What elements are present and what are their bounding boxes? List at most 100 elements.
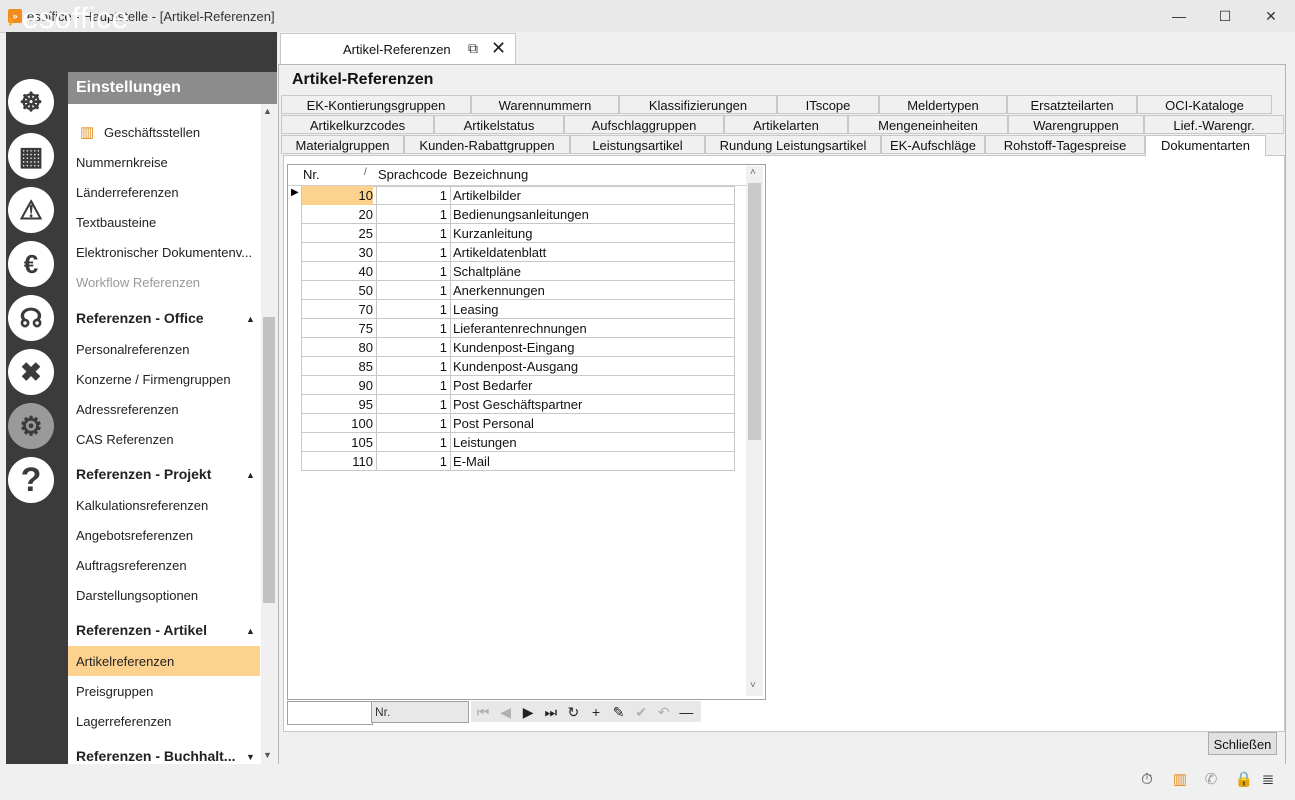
sidebar-item[interactable]: Nummernkreise <box>76 155 168 170</box>
tab-ek-aufschläge[interactable]: EK-Aufschläge <box>881 135 985 154</box>
sidebar-item[interactable]: Elektronischer Dokumentenv... <box>76 245 252 260</box>
sidebar-item[interactable]: Angebotsreferenzen <box>76 528 193 543</box>
sidebar-item[interactable]: Preisgruppen <box>76 684 153 699</box>
headset-module-button[interactable]: ☊ <box>8 295 54 341</box>
sidebar-item[interactable]: Adressreferenzen <box>76 402 179 417</box>
alarm-light-module-button[interactable]: ⚠ <box>8 187 54 233</box>
sidebar-scroll-thumb[interactable] <box>263 317 275 603</box>
calculator-module-button[interactable]: ▦ <box>8 133 54 179</box>
stopwatch-icon[interactable]: ⏱ <box>1137 770 1157 790</box>
search-input[interactable] <box>287 701 373 725</box>
cell-nr: 85 <box>358 359 373 374</box>
sidebar-item[interactable]: Personalreferenzen <box>76 342 189 357</box>
collapse-caret-icon[interactable]: ▼ <box>246 752 255 762</box>
cell-bezeichnung: Lieferantenrechnungen <box>453 321 587 336</box>
collapse-caret-icon[interactable]: ▲ <box>246 470 255 480</box>
cell-bezeichnung: E-Mail <box>453 454 490 469</box>
sidebar-item[interactable]: Konzerne / Firmengruppen <box>76 372 231 387</box>
database-icon[interactable]: ≣ <box>1258 770 1278 790</box>
tab-dokumentarten[interactable]: Dokumentarten <box>1145 135 1266 157</box>
sidebar-item[interactable]: Geschäftsstellen <box>104 125 200 140</box>
prev-record-button[interactable]: ◀ <box>495 702 517 722</box>
cell-sprachcode: 1 <box>439 359 447 374</box>
tab-klassifizierungen[interactable]: Klassifizierungen <box>619 95 777 114</box>
column-header-bezeichnung[interactable]: Bezeichnung <box>453 167 528 182</box>
tab-kunden-rabattgruppen[interactable]: Kunden-Rabattgruppen <box>404 135 570 154</box>
tab-oci-kataloge[interactable]: OCI-Kataloge <box>1137 95 1272 114</box>
sidebar-section-title[interactable]: Referenzen - Artikel <box>76 622 207 638</box>
collapse-caret-icon[interactable]: ▲ <box>246 314 255 324</box>
tab-artikelarten[interactable]: Artikelarten <box>724 115 848 134</box>
cell-bezeichnung: Leasing <box>453 302 499 317</box>
sidebar-section-title[interactable]: Referenzen - Office <box>76 310 204 326</box>
maximize-button[interactable]: ☐ <box>1202 0 1248 32</box>
edit-button[interactable]: ✎ <box>608 702 630 722</box>
sidebar-item[interactable]: Kalkulationsreferenzen <box>76 498 208 513</box>
tab-meldertypen[interactable]: Meldertypen <box>879 95 1007 114</box>
building-icon[interactable]: ▥ <box>1170 770 1190 790</box>
cell-bezeichnung: Post Personal <box>453 416 534 431</box>
close-tab-icon[interactable]: ✕ <box>491 38 506 59</box>
sidebar-section-title[interactable]: Referenzen - Projekt <box>76 466 211 482</box>
sidebar-item[interactable]: Darstellungsoptionen <box>76 588 198 603</box>
close-window-button[interactable]: ✕ <box>1248 0 1294 32</box>
cell-divider <box>450 357 451 376</box>
sidebar-item[interactable]: Länderreferenzen <box>76 185 179 200</box>
tab-materialgruppen[interactable]: Materialgruppen <box>281 135 404 154</box>
sidebar-section-title[interactable]: Referenzen - Buchhalt... <box>76 748 235 764</box>
tab-aufschlaggruppen[interactable]: Aufschlaggruppen <box>564 115 724 134</box>
tools-icon: ✖ <box>20 357 42 387</box>
last-record-button[interactable]: ⏭ <box>540 702 562 722</box>
sidebar-item[interactable]: Textbausteine <box>76 215 156 230</box>
tab-rundung-leistungsartikel[interactable]: Rundung Leistungsartikel <box>705 135 881 154</box>
sidebar-scroll-down-icon[interactable]: ▼ <box>263 750 272 760</box>
cell-divider <box>450 243 451 262</box>
cell-sprachcode: 1 <box>439 416 447 431</box>
refresh-button[interactable]: ↻ <box>562 702 584 722</box>
phone-icon[interactable]: ✆ <box>1201 770 1221 790</box>
tab-artikelkurzcodes[interactable]: Artikelkurzcodes <box>281 115 434 134</box>
sidebar-item[interactable]: Artikelreferenzen <box>76 654 174 669</box>
search-field-select[interactable]: Nr. <box>371 701 469 723</box>
tab-lief-warengr-[interactable]: Lief.-Warengr. <box>1144 115 1284 134</box>
sidebar-scroll-up-icon[interactable]: ▲ <box>263 106 272 116</box>
gears-module-button[interactable]: ⚙ <box>8 403 54 449</box>
help-module-button[interactable]: ? <box>8 457 54 503</box>
money-icon: € <box>23 249 39 279</box>
grid-scroll-up-icon[interactable]: ˄ <box>750 167 756 178</box>
cell-nr: 25 <box>358 226 373 241</box>
insert-button[interactable]: + <box>585 702 607 722</box>
detach-icon[interactable]: ⧉ <box>468 40 478 57</box>
sidebar-item[interactable]: Auftragsreferenzen <box>76 558 187 573</box>
tab-itscope[interactable]: ITscope <box>777 95 879 114</box>
tab-leistungsartikel[interactable]: Leistungsartikel <box>570 135 705 154</box>
first-record-button[interactable]: ⏮ <box>472 702 494 722</box>
close-button[interactable]: Schließen <box>1208 732 1277 755</box>
grid-scroll-thumb[interactable] <box>748 183 761 440</box>
lock-icon[interactable]: 🔒 <box>1234 770 1254 790</box>
money-module-button[interactable]: € <box>8 241 54 287</box>
sidebar-item[interactable]: Lagerreferenzen <box>76 714 171 729</box>
post-button[interactable]: ✔ <box>630 702 652 722</box>
ship-wheel-module-button[interactable]: ☸ <box>8 79 54 125</box>
grid-scroll-down-icon[interactable]: ˅ <box>750 680 756 691</box>
column-header-nr[interactable]: Nr. <box>303 167 320 182</box>
sidebar-item[interactable]: CAS Referenzen <box>76 432 174 447</box>
tab-artikelstatus[interactable]: Artikelstatus <box>434 115 564 134</box>
tab-mengeneinheiten[interactable]: Mengeneinheiten <box>848 115 1008 134</box>
collapse-caret-icon[interactable]: ▲ <box>246 626 255 636</box>
next-record-button[interactable]: ▶ <box>517 702 539 722</box>
tools-module-button[interactable]: ✖ <box>8 349 54 395</box>
sidebar-item-label: Textbausteine <box>76 215 157 230</box>
cancel-edit-button[interactable]: ↶ <box>653 702 675 722</box>
tab-warengruppen[interactable]: Warengruppen <box>1008 115 1144 134</box>
minimize-button[interactable]: — <box>1156 0 1202 32</box>
delete-button[interactable]: — <box>675 702 697 722</box>
tab-ek-kontierungsgruppen[interactable]: EK-Kontierungsgruppen <box>281 95 471 114</box>
tab-warennummern[interactable]: Warennummern <box>471 95 619 114</box>
tab-rohstoff-tagespreise[interactable]: Rohstoff-Tagespreise <box>985 135 1145 154</box>
sidebar-item[interactable]: Workflow Referenzen <box>76 275 200 290</box>
sidebar-item-label: Geschäftsstellen <box>104 125 201 140</box>
column-header-sprachcode[interactable]: Sprachcode <box>378 167 447 182</box>
tab-ersatzteilarten[interactable]: Ersatzteilarten <box>1007 95 1137 114</box>
